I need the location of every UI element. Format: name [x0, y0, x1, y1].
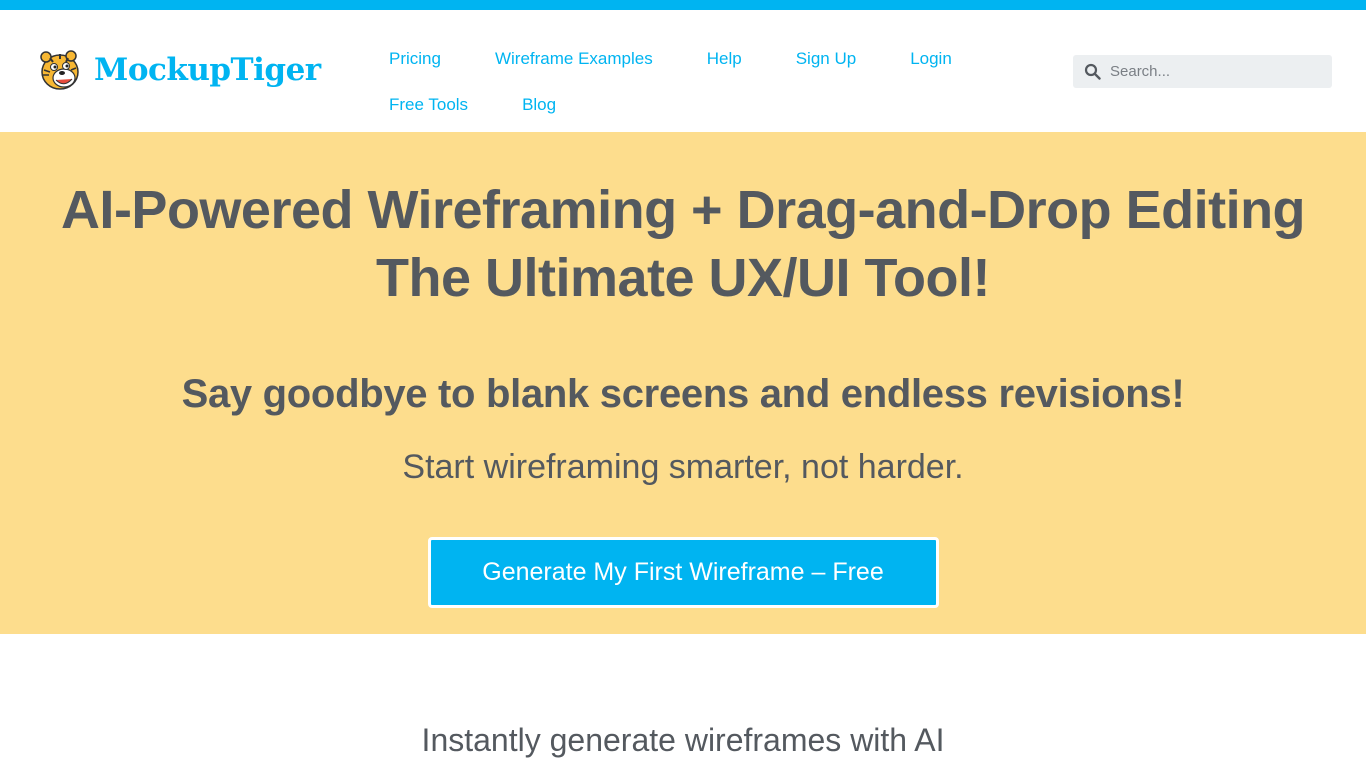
hero-title-line-2: The Ultimate UX/UI Tool! [375, 248, 991, 308]
nav-row-2: Free Tools Blog [389, 82, 1029, 128]
main-nav: Pricing Wireframe Examples Help Sign Up … [389, 36, 1029, 128]
nav-help[interactable]: Help [707, 49, 742, 69]
site-header: MockupTiger Pricing Wireframe Examples H… [0, 10, 1366, 132]
nav-wireframe-examples[interactable]: Wireframe Examples [495, 49, 653, 69]
nav-login[interactable]: Login [910, 49, 952, 69]
nav-blog[interactable]: Blog [522, 95, 556, 115]
top-accent-strip [0, 0, 1366, 10]
nav-pricing[interactable]: Pricing [389, 49, 441, 69]
tiger-mascot-icon [40, 50, 79, 90]
search-box[interactable] [1073, 55, 1332, 88]
logo[interactable]: MockupTiger [36, 44, 321, 96]
search-input[interactable] [1110, 63, 1310, 80]
hero-title: AI-Powered Wireframing + Drag-and-Drop E… [0, 176, 1366, 312]
logo-text: MockupTiger [94, 52, 321, 88]
hero-subtitle: Say goodbye to blank screens and endless… [181, 372, 1185, 416]
generate-wireframe-button[interactable]: Generate My First Wireframe – Free [427, 537, 939, 608]
nav-free-tools[interactable]: Free Tools [389, 95, 468, 115]
hero-title-line-1: AI-Powered Wireframing + Drag-and-Drop E… [60, 180, 1306, 240]
hero-section: AI-Powered Wireframing + Drag-and-Drop E… [0, 132, 1366, 634]
nav-row-1: Pricing Wireframe Examples Help Sign Up … [389, 36, 1029, 82]
nav-sign-up[interactable]: Sign Up [796, 49, 856, 69]
search-icon[interactable] [1084, 63, 1101, 80]
hero-tagline: Start wireframing smarter, not harder. [402, 448, 964, 486]
features-section-title: Instantly generate wireframes with AI [421, 722, 945, 758]
